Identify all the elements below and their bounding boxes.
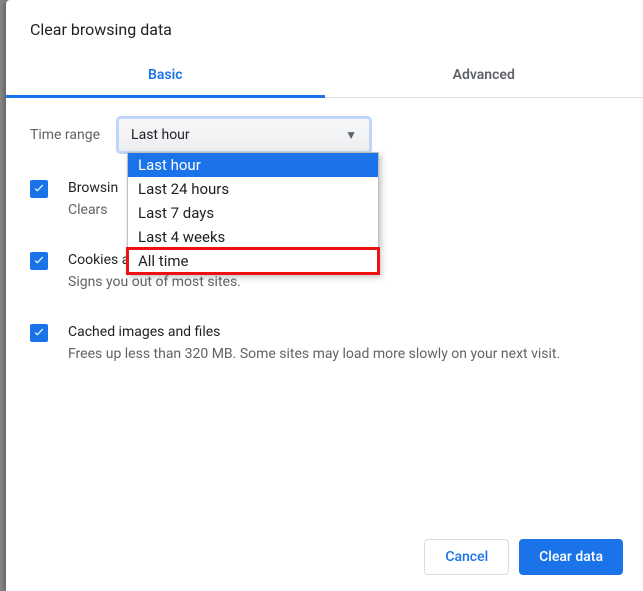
time-range-row: Time range Last hour ▼ Last hour Last 24…	[30, 118, 619, 152]
tabs: Basic Advanced	[6, 55, 643, 98]
sub-browsing-history: Clears	[68, 200, 118, 220]
dialog-footer: Cancel Clear data	[6, 522, 643, 591]
sub-cookies: Signs you out of most sites.	[68, 272, 241, 292]
dialog-title: Clear browsing data	[6, 0, 643, 55]
check-icon	[32, 326, 46, 340]
option-last-4-weeks[interactable]: Last 4 weeks	[128, 225, 378, 249]
option-last-24-hours[interactable]: Last 24 hours	[128, 177, 378, 201]
time-range-dropdown: Last hour Last 24 hours Last 7 days Last…	[127, 152, 379, 274]
tab-basic[interactable]: Basic	[6, 55, 325, 97]
time-range-label: Time range	[30, 127, 100, 143]
checkbox-browsing-history[interactable]	[30, 180, 48, 198]
clear-browsing-data-dialog: Clear browsing data Basic Advanced Time …	[6, 0, 643, 591]
option-last-hour[interactable]: Last hour	[128, 153, 378, 177]
dialog-body: Time range Last hour ▼ Last hour Last 24…	[6, 98, 643, 522]
label-browsing-history: Browsin	[68, 178, 118, 198]
option-last-7-days[interactable]: Last 7 days	[128, 201, 378, 225]
check-icon	[32, 182, 46, 196]
label-cache: Cached images and files	[68, 322, 560, 342]
time-range-selected-value: Last hour	[131, 127, 190, 143]
checkbox-row-cache: Cached images and files Frees up less th…	[30, 322, 619, 364]
chevron-down-icon: ▼	[345, 128, 357, 142]
tab-advanced[interactable]: Advanced	[325, 55, 643, 97]
time-range-select[interactable]: Last hour ▼	[118, 118, 370, 152]
sub-cache: Frees up less than 320 MB. Some sites ma…	[68, 344, 560, 364]
clear-data-button[interactable]: Clear data	[519, 539, 623, 575]
checkbox-cache[interactable]	[30, 324, 48, 342]
check-icon	[32, 254, 46, 268]
checkbox-cookies[interactable]	[30, 252, 48, 270]
cancel-button[interactable]: Cancel	[424, 539, 509, 575]
option-all-time[interactable]: All time	[128, 249, 378, 273]
